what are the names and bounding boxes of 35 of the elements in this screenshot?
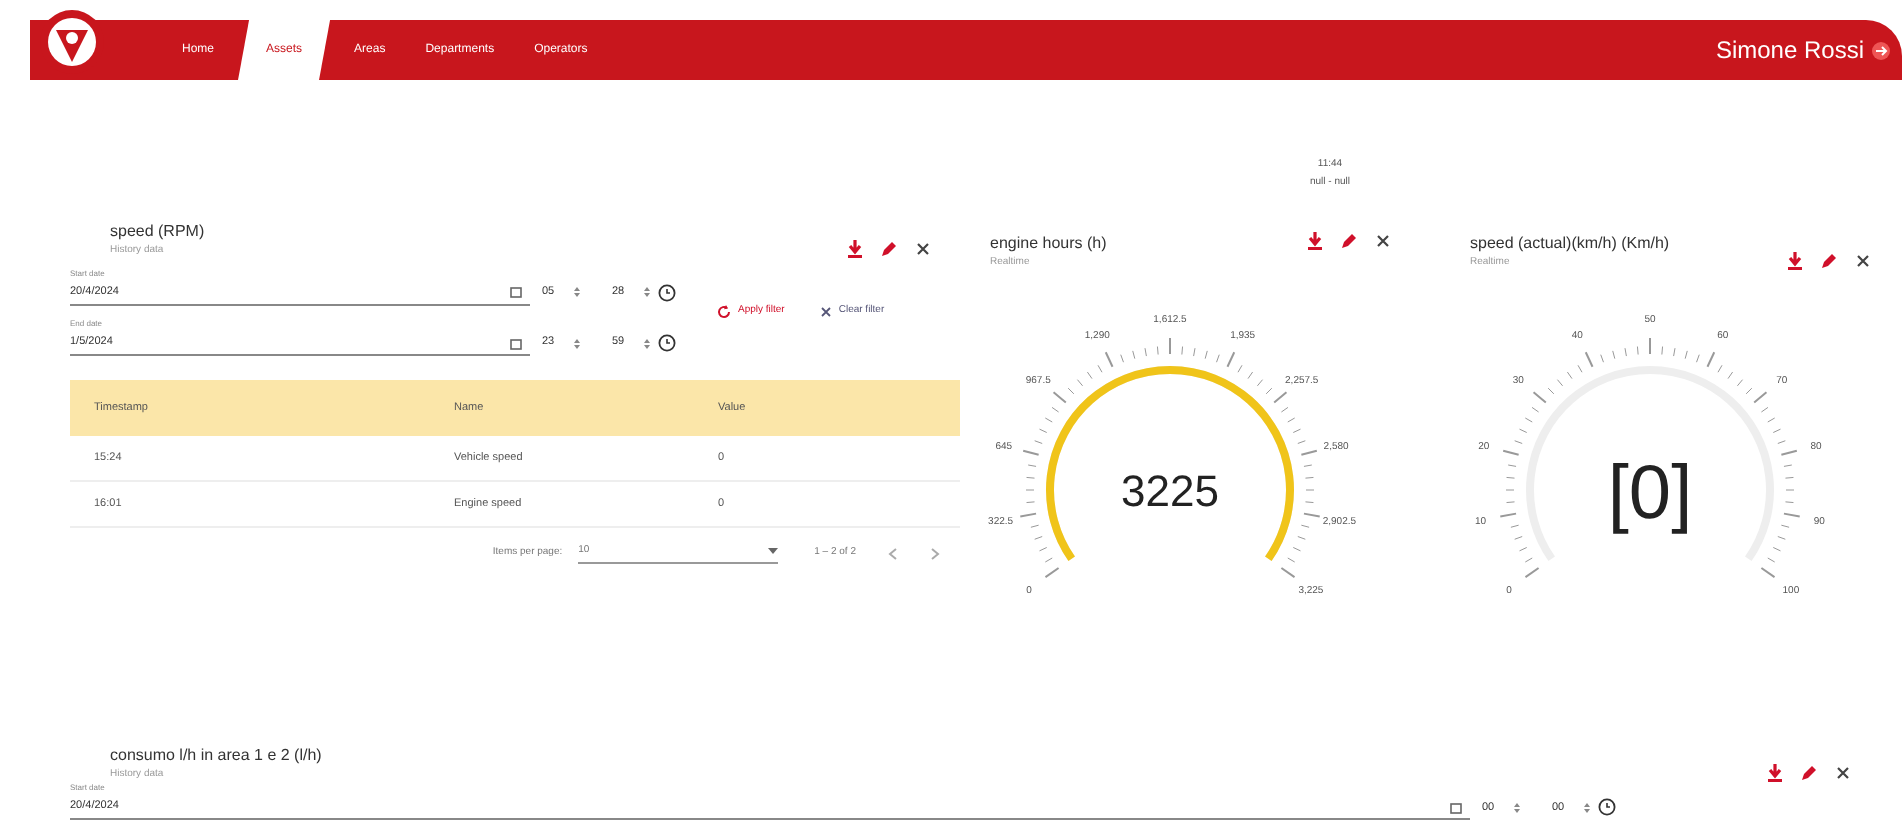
widget-title: speed (RPM) <box>110 220 205 244</box>
close-icon[interactable] <box>1856 254 1870 268</box>
download-icon[interactable] <box>1768 763 1782 781</box>
spinner-icon[interactable] <box>644 337 650 349</box>
calendar-icon[interactable] <box>510 286 522 299</box>
spinner-icon[interactable] <box>574 286 580 299</box>
widget-title: engine hours (h) <box>990 232 1107 256</box>
pencil-icon[interactable] <box>880 240 898 258</box>
refresh-icon <box>716 303 732 320</box>
gauge-value: 3225 <box>1121 465 1219 515</box>
close-icon[interactable] <box>1376 234 1390 248</box>
widget-title: speed (actual)(km/h) (Km/h) <box>1470 232 1670 256</box>
clock-icon[interactable] <box>1598 798 1616 817</box>
spinner-icon[interactable] <box>574 337 580 349</box>
calendar-icon[interactable] <box>1450 801 1462 814</box>
user-name[interactable]: Simone Rossi <box>1715 32 1864 68</box>
calendar-icon[interactable] <box>510 337 522 349</box>
pencil-icon[interactable] <box>1340 232 1358 250</box>
close-icon <box>820 305 833 318</box>
close-icon[interactable] <box>1836 765 1850 779</box>
download-icon[interactable] <box>848 240 862 258</box>
logout-icon[interactable] <box>1872 41 1890 59</box>
download-icon[interactable] <box>1788 252 1802 270</box>
clock-icon[interactable] <box>658 283 676 302</box>
spinner-icon[interactable] <box>1514 801 1520 814</box>
spinner-icon[interactable] <box>644 286 650 299</box>
caret-icon <box>768 548 779 555</box>
spinner-icon[interactable] <box>1584 801 1590 814</box>
gauge-value: [0] <box>1607 451 1693 535</box>
close-icon[interactable] <box>916 242 930 256</box>
pencil-icon[interactable] <box>1820 252 1838 270</box>
pencil-icon[interactable] <box>1800 763 1818 781</box>
clock-icon[interactable] <box>658 334 676 352</box>
widget-title: consumo l/h in area 1 e 2 (l/h) <box>110 743 322 767</box>
download-icon[interactable] <box>1308 232 1322 250</box>
